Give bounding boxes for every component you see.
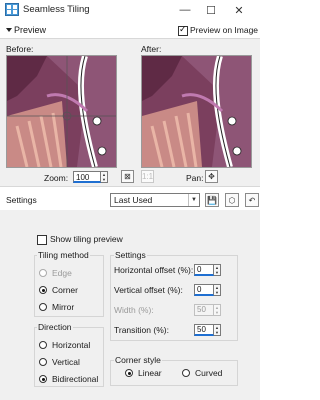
zoom-spinner[interactable]: ▲ ▼ bbox=[101, 171, 108, 183]
before-preview-image[interactable] bbox=[6, 55, 117, 168]
preview-on-image-label: Preview on Image bbox=[190, 25, 259, 35]
preset-dropdown-value: Last Used bbox=[114, 195, 153, 205]
preview-panel: Before: After: Zoom: 100 ▲ ▼ ⊠ 1:1 Pan: … bbox=[0, 38, 260, 187]
save-preset-button[interactable]: 💾 bbox=[205, 193, 219, 207]
horizontal-offset-label: Horizontal offset (%): bbox=[114, 265, 194, 275]
reset-button[interactable]: ↶ bbox=[245, 193, 259, 207]
minimize-icon: — bbox=[179, 4, 191, 16]
fit-window-icon: ⊠ bbox=[124, 172, 131, 181]
curved-radio[interactable] bbox=[182, 369, 190, 377]
pan-label: Pan: bbox=[186, 173, 204, 183]
before-label: Before: bbox=[6, 44, 34, 54]
width-spinner[interactable]: ▲ ▼ bbox=[214, 304, 221, 316]
transition-label: Transition (%): bbox=[114, 325, 169, 335]
vertical-offset-label: Vertical offset (%): bbox=[114, 285, 183, 295]
maximize-icon: ☐ bbox=[206, 4, 216, 17]
pan-icon: ✥ bbox=[208, 172, 215, 181]
transition-input[interactable]: 50 bbox=[194, 324, 214, 336]
linear-label: Linear bbox=[138, 368, 162, 378]
actual-size-button[interactable]: 1:1 bbox=[141, 170, 154, 183]
bidirectional-radio[interactable] bbox=[39, 375, 47, 383]
app-icon bbox=[5, 3, 19, 16]
vertical-label: Vertical bbox=[52, 357, 80, 367]
close-icon: ✕ bbox=[234, 4, 244, 17]
close-button[interactable]: ✕ bbox=[226, 0, 252, 20]
show-tiling-preview-checkbox[interactable] bbox=[37, 235, 47, 245]
horizontal-radio[interactable] bbox=[39, 341, 47, 349]
edge-radio[interactable] bbox=[39, 269, 47, 277]
width-input[interactable]: 50 bbox=[194, 304, 214, 316]
show-tiling-preview-label: Show tiling preview bbox=[50, 234, 123, 244]
window-title: Seamless Tiling bbox=[23, 4, 90, 15]
after-label: After: bbox=[141, 44, 162, 54]
reset-icon: ↶ bbox=[248, 195, 256, 205]
collapse-triangle-icon[interactable] bbox=[6, 28, 12, 32]
chevron-down-icon: ▼ bbox=[188, 194, 199, 206]
edge-label: Edge bbox=[52, 268, 72, 278]
delete-preset-icon: ⬡ bbox=[228, 195, 236, 205]
vertical-offset-input[interactable]: 0 bbox=[194, 284, 214, 296]
settings-panel: Show tiling preview Tiling method Edge C… bbox=[0, 210, 260, 400]
horizontal-offset-input[interactable]: 0 bbox=[194, 264, 214, 276]
curved-label: Curved bbox=[195, 368, 223, 378]
corner-radio[interactable] bbox=[39, 286, 47, 294]
preview-section-label[interactable]: Preview bbox=[14, 25, 46, 35]
actual-size-icon: 1:1 bbox=[141, 172, 154, 181]
maximize-button[interactable]: ☐ bbox=[198, 0, 224, 20]
save-preset-icon: 💾 bbox=[207, 195, 217, 205]
horizontal-offset-spinner[interactable]: ▲ ▼ bbox=[214, 264, 221, 276]
corner-style-title: Corner style bbox=[114, 355, 162, 365]
linear-radio[interactable] bbox=[125, 369, 133, 377]
preview-on-image-checkbox[interactable] bbox=[178, 24, 188, 36]
transition-spinner[interactable]: ▲ ▼ bbox=[214, 324, 221, 336]
tiling-method-title: Tiling method bbox=[37, 250, 90, 260]
after-preview-image[interactable] bbox=[141, 55, 252, 168]
direction-title: Direction bbox=[37, 322, 73, 332]
zoom-input[interactable]: 100 bbox=[73, 171, 101, 183]
pan-button[interactable]: ✥ bbox=[205, 170, 218, 183]
minimize-button[interactable]: — bbox=[172, 0, 198, 20]
bidirectional-label: Bidirectional bbox=[52, 374, 99, 384]
width-label: Width (%): bbox=[114, 305, 154, 315]
title-bar: Seamless Tiling — ☐ ✕ bbox=[0, 0, 260, 20]
corner-label: Corner bbox=[52, 285, 78, 295]
vertical-radio[interactable] bbox=[39, 358, 47, 366]
settings-label: Settings bbox=[6, 195, 37, 205]
offset-settings-title: Settings bbox=[114, 250, 147, 260]
fit-window-button[interactable]: ⊠ bbox=[121, 170, 134, 183]
mirror-radio[interactable] bbox=[39, 303, 47, 311]
vertical-offset-spinner[interactable]: ▲ ▼ bbox=[214, 284, 221, 296]
zoom-label: Zoom: bbox=[44, 173, 69, 183]
delete-preset-button[interactable]: ⬡ bbox=[225, 193, 239, 207]
mirror-label: Mirror bbox=[52, 302, 75, 312]
preset-dropdown[interactable]: Last Used ▼ bbox=[110, 193, 200, 207]
horizontal-label: Horizontal bbox=[52, 340, 91, 350]
